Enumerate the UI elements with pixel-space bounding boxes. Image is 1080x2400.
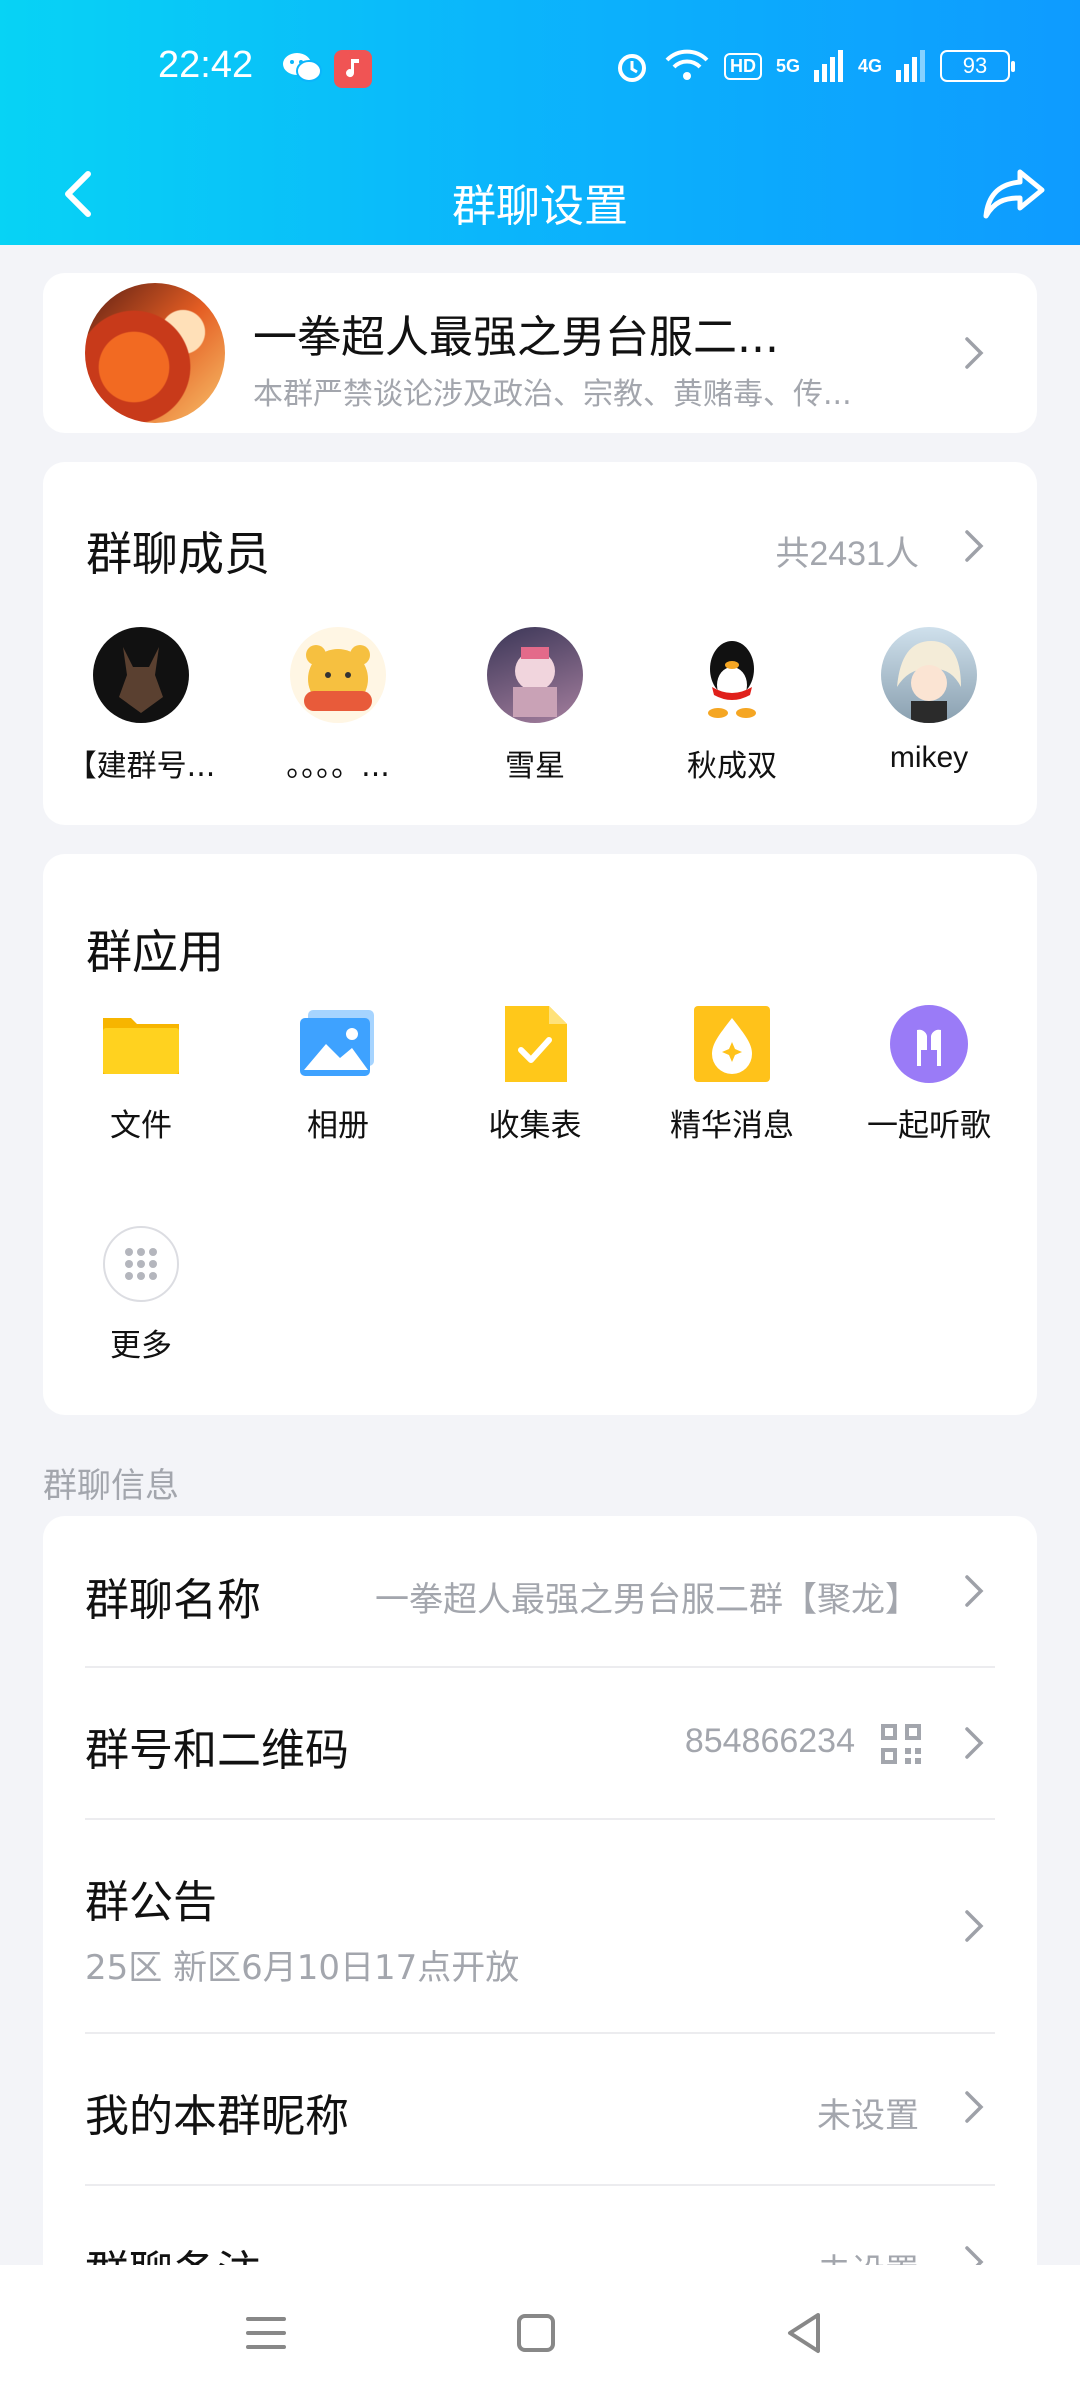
- member-item[interactable]: mikey: [839, 627, 1019, 775]
- row-value: 未设置: [817, 2096, 919, 2136]
- app-listen-together[interactable]: 一起听歌: [839, 1004, 1019, 1145]
- row-my-nickname[interactable]: 我的本群昵称 未设置: [43, 2034, 1037, 2184]
- app-label: 一起听歌: [867, 1108, 991, 1144]
- folder-icon: [101, 1004, 181, 1084]
- more-grid-icon: [101, 1224, 181, 1304]
- group-avatar[interactable]: [85, 283, 225, 423]
- members-count[interactable]: 共2431人: [775, 526, 919, 575]
- network-4g: 4G: [857, 55, 882, 76]
- row-value: 一拳超人最强之男台服二群【聚龙】: [375, 1580, 919, 1620]
- members-title: 群聊成员: [86, 527, 270, 581]
- headphones-icon: [889, 1004, 969, 1084]
- row-group-number[interactable]: 群号和二维码 854866234: [43, 1668, 1037, 1818]
- network-5g: 5G: [775, 55, 800, 76]
- member-item[interactable]: 秋成双: [642, 627, 822, 785]
- app-label: 文件: [110, 1108, 172, 1144]
- battery-indicator: 93: [940, 50, 1015, 82]
- member-avatar: [93, 627, 189, 723]
- back-triangle-icon[interactable]: [778, 2305, 834, 2361]
- page-title: 群聊设置: [452, 181, 628, 232]
- app-label: 精华消息: [670, 1108, 794, 1144]
- form-icon: [495, 1004, 575, 1084]
- member-name: 雪星: [505, 749, 565, 784]
- app-label: 相册: [307, 1108, 369, 1144]
- row-value: 854866234: [684, 1722, 855, 1760]
- member-item[interactable]: 【建群号...: [51, 627, 231, 785]
- wechat-icon: [283, 53, 322, 82]
- menu-icon[interactable]: [238, 2305, 294, 2361]
- row-announcement[interactable]: 群公告 25区 新区6月10日17点开放: [43, 1820, 1037, 2030]
- announcement-text: 25区 新区6月10日17点开放: [85, 1948, 520, 1988]
- status-bar: 22:42 HD 5G 4G 93: [0, 0, 1080, 140]
- row-title: 群聊名称: [85, 1575, 261, 1626]
- info-section-label: 群聊信息: [43, 1466, 179, 1506]
- member-avatar: [684, 627, 780, 723]
- app-label: 更多: [110, 1328, 172, 1364]
- system-nav-bar: [0, 2265, 1080, 2400]
- app-essence[interactable]: 精华消息: [642, 1004, 822, 1145]
- member-avatar: [487, 627, 583, 723]
- member-name: 秋成双: [687, 749, 777, 784]
- music-app-icon: [334, 50, 372, 88]
- nav-bar: 群聊设置: [0, 140, 1080, 245]
- group-info-card: 群聊名称 一拳超人最强之男台服二群【聚龙】 群号和二维码 854866234 群…: [43, 1516, 1037, 2298]
- signal-icon: [896, 50, 925, 82]
- group-apps-card: 群应用 文件 相册 收集表 精华消息 一起听歌 更多: [43, 854, 1037, 1415]
- signal-icon: [813, 50, 843, 82]
- group-name: 一拳超人最强之男台服二...: [253, 312, 779, 363]
- app-album[interactable]: 相册: [248, 1004, 428, 1145]
- member-avatar: [881, 627, 977, 723]
- status-time: 22:42: [158, 44, 254, 86]
- member-name: 。。。。...: [286, 749, 390, 784]
- chevron-right-icon: [965, 1910, 984, 1942]
- app-label: 收集表: [488, 1108, 582, 1144]
- row-group-name[interactable]: 群聊名称 一拳超人最强之男台服二群【聚龙】: [43, 1516, 1037, 1666]
- hd-badge: HD: [723, 52, 762, 80]
- chevron-right-icon[interactable]: [963, 528, 985, 564]
- group-description: 本群严禁谈论涉及政治、宗教、黄赌毒、传...: [253, 377, 852, 412]
- app-form[interactable]: 收集表: [445, 1004, 625, 1145]
- members-card: 群聊成员 共2431人 【建群号... 。。。。... 雪星 秋成双 mikey: [43, 462, 1037, 825]
- alarm-icon: [617, 54, 646, 82]
- row-title: 群号和二维码: [85, 1725, 349, 1776]
- chevron-right-icon: [965, 1575, 984, 1607]
- photo-album-icon: [298, 1004, 378, 1084]
- chevron-right-icon: [965, 1727, 984, 1759]
- member-avatar: [290, 627, 386, 723]
- group-profile-card[interactable]: 一拳超人最强之男台服二... 本群严禁谈论涉及政治、宗教、黄赌毒、传...: [43, 273, 1037, 433]
- qr-code-icon[interactable]: [881, 1724, 921, 1764]
- app-files[interactable]: 文件: [51, 1004, 231, 1145]
- row-title: 我的本群昵称: [85, 2091, 349, 2142]
- share-icon[interactable]: [980, 158, 1050, 228]
- row-title: 群公告: [85, 1877, 217, 1928]
- apps-title: 群应用: [86, 925, 224, 979]
- member-item[interactable]: 雪星: [445, 627, 625, 785]
- home-icon[interactable]: [508, 2305, 564, 2361]
- chevron-right-icon: [965, 2091, 984, 2123]
- chevron-right-icon: [965, 337, 984, 369]
- member-item[interactable]: 。。。。...: [248, 627, 428, 785]
- member-name: 【建群号...: [66, 749, 216, 784]
- app-more[interactable]: 更多: [51, 1224, 231, 1365]
- wifi-icon: [665, 49, 709, 80]
- member-name: mikey: [889, 741, 969, 774]
- essence-icon: [692, 1004, 772, 1084]
